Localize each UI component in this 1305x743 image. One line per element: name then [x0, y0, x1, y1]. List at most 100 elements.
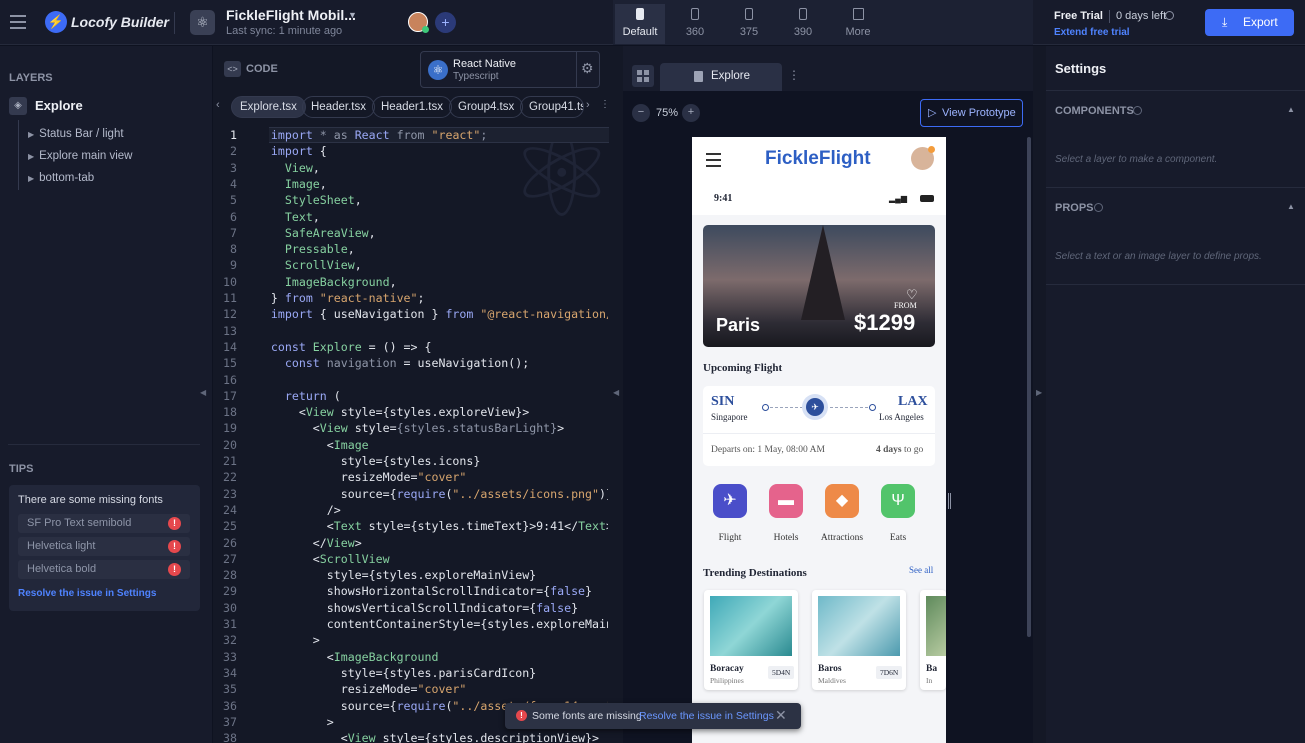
code-line: 10 ImageBackground, [223, 274, 397, 289]
framework-selector[interactable]: ⚛ React Native Typescript ⚙ [420, 51, 600, 88]
top-bar: ⚡ Locofy Builder ⚛ FickleFlight Mobil...… [0, 0, 1305, 45]
attractions-category-icon[interactable]: ◆ [825, 484, 859, 518]
missing-font-row: Helvetica bold! [18, 560, 190, 579]
collapse-handle[interactable]: ▶ [1036, 388, 1042, 397]
profile-avatar[interactable] [911, 146, 935, 170]
device-default[interactable]: Default [615, 4, 665, 44]
extend-trial-link[interactable]: Extend free trial [1054, 27, 1130, 38]
toast-resolve-link[interactable]: Resolve the issue in Settings [639, 710, 774, 722]
code-line: 23 source={require("../assets/icons.png"… [223, 486, 608, 501]
device-390[interactable]: 390 [778, 4, 828, 44]
layer-item[interactable]: ▶ Explore main view [28, 150, 132, 162]
from-city: Singapore [711, 412, 748, 422]
code-editor[interactable]: ⚛ 1 import * as React from "react"; 2 imp… [213, 125, 610, 743]
tab-header[interactable]: Header.tsx [302, 96, 375, 118]
code-line: 31 contentContainerStyle={styles.explore… [223, 617, 608, 631]
zoom-out-icon[interactable]: − [632, 104, 650, 122]
tab-group4[interactable]: Group4.tsx [449, 96, 524, 118]
chevron-up-icon[interactable]: ▲ [1287, 105, 1295, 114]
destination-name: Ba [926, 664, 938, 674]
phone-icon [745, 8, 753, 20]
framework-name: React Native [453, 58, 516, 70]
code-line: 2 import { [230, 144, 327, 159]
preview-scrollbar[interactable] [1027, 137, 1031, 637]
destination-country: Maldives [818, 676, 846, 685]
layers-panel: LAYERS ◈ Explore ▶ Status Bar / light ▶ Ex… [0, 46, 212, 743]
destination-image [926, 596, 946, 656]
departs-text: Departs on: 1 May, 08:00 AM [711, 445, 825, 455]
code-line: 19 <View style={styles.statusBarLight}> [223, 421, 565, 436]
tips-card: There are some missing fonts SF Pro Text… [9, 485, 200, 611]
phone-icon [636, 8, 644, 20]
flight-card[interactable]: SIN Singapore ✈ LAX Los Angeles Departs … [703, 386, 935, 466]
file-icon [694, 71, 703, 82]
layer-item[interactable]: ▶ bottom-tab [28, 172, 94, 184]
zoom-level: 75% [656, 107, 679, 119]
export-button[interactable]: ⤓ Export [1205, 9, 1294, 36]
code-line: 34 style={styles.parisCardIcon} [223, 665, 537, 680]
status-time: 9:41 [714, 193, 733, 204]
destination-name: Baros [818, 664, 842, 674]
code-line: 22 resizeMode="cover" [223, 470, 467, 485]
user-avatar[interactable] [408, 12, 429, 33]
tabs-more-icon[interactable]: ⋮ [600, 99, 610, 110]
hero-city: Paris [716, 315, 761, 335]
chevron-down-icon[interactable]: ▼ [348, 10, 357, 20]
code-line: 14 const Explore = () => { [223, 339, 432, 354]
eats-category-icon[interactable]: Ψ [881, 484, 915, 518]
code-line: 35 resizeMode="cover" [223, 682, 467, 697]
category-label: Eats [889, 533, 907, 543]
flight-category-icon[interactable]: ✈ [713, 484, 747, 518]
code-line: 38 <View style={styles.descriptionView}> [223, 731, 599, 743]
tab-group41[interactable]: Group41.ts [520, 96, 584, 118]
close-icon[interactable]: ✕ [775, 707, 787, 724]
destination-card[interactable]: Ba In [920, 590, 946, 690]
tabs-scroll-left-icon[interactable]: ‹ [216, 99, 220, 111]
grid-view-icon[interactable] [632, 65, 654, 87]
collapse-handle[interactable]: ◀ [200, 388, 206, 397]
project-title[interactable]: FickleFlight Mobil... [226, 7, 356, 23]
add-collaborator-button[interactable]: + [435, 12, 456, 33]
device-375[interactable]: 375 [724, 4, 774, 44]
info-icon [1165, 11, 1174, 20]
layer-item[interactable]: ▶ Status Bar / light [28, 128, 124, 140]
code-title: CODE [246, 63, 278, 75]
menu-icon[interactable] [706, 153, 721, 167]
destination-country: Philippines [710, 676, 744, 685]
download-icon: ⤓ [1222, 15, 1228, 29]
zoom-in-icon[interactable]: + [682, 104, 700, 122]
collapse-handle[interactable]: ◀ [613, 388, 619, 397]
category-label: Attractions [820, 533, 864, 543]
resize-handle[interactable] [948, 493, 951, 509]
project-icon: ⚛ [190, 10, 215, 35]
category-label: Flight [718, 533, 742, 543]
view-prototype-button[interactable]: ▷ View Prototype [920, 99, 1023, 127]
code-line: 12 import { useNavigation } from "@react… [223, 307, 608, 322]
tabs-scroll-right-icon[interactable]: › [586, 99, 590, 111]
tab-menu-icon[interactable]: ⋮ [788, 68, 800, 82]
components-title[interactable]: COMPONENTS [1055, 105, 1134, 117]
tab-header1[interactable]: Header1.tsx [372, 96, 453, 118]
hamburger-menu-icon[interactable] [10, 15, 26, 29]
caret-right-icon: ▶ [28, 174, 35, 183]
code-line: 3 View, [230, 160, 320, 175]
see-all-link[interactable]: See all [909, 565, 933, 575]
destination-card[interactable]: Boracay Philippines 5D4N [704, 590, 798, 690]
gear-icon[interactable]: ⚙ [581, 60, 594, 77]
code-line: 24 /> [223, 502, 341, 517]
device-more[interactable]: More [833, 4, 883, 44]
chevron-up-icon[interactable]: ▲ [1287, 202, 1295, 211]
hero-card[interactable]: ♡ FROM Paris $1299 [703, 225, 935, 347]
props-title[interactable]: PROPS [1055, 202, 1094, 214]
device-360[interactable]: 360 [670, 4, 720, 44]
preview-tab[interactable]: Explore [660, 63, 782, 91]
language-name: Typescript [453, 71, 499, 82]
destination-card[interactable]: Baros Maldives 7D6N [812, 590, 906, 690]
code-line: 5 StyleSheet, [230, 193, 362, 208]
error-icon: ! [516, 710, 527, 721]
play-icon: ▷ [928, 107, 937, 119]
hotels-category-icon[interactable]: ▬ [769, 484, 803, 518]
tab-explore[interactable]: Explore.tsx [231, 96, 306, 118]
resolve-link[interactable]: Resolve the issue in Settings [18, 588, 156, 599]
layer-root[interactable]: Explore [35, 98, 83, 113]
